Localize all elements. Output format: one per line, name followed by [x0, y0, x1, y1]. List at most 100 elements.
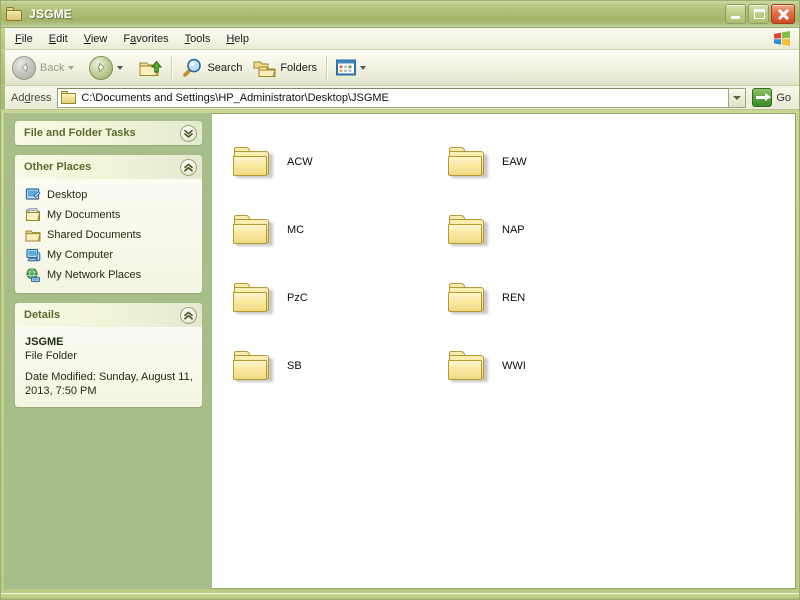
panel-header-details[interactable]: Details	[15, 303, 202, 327]
sidebar-item-my-computer[interactable]: My Computer	[25, 245, 198, 264]
views-dropdown-icon[interactable]	[360, 65, 367, 70]
details-name: JSGME	[25, 336, 64, 348]
list-item[interactable]: WWI	[433, 332, 648, 400]
chevron-double-up-icon[interactable]	[180, 158, 197, 176]
sidebar-item-label: Shared Documents	[47, 228, 142, 241]
back-dropdown-icon[interactable]	[68, 65, 75, 70]
folder-icon	[232, 280, 274, 316]
folder-icon	[232, 212, 274, 248]
window-body: File and Folder Tasks Other Places Deskt…	[1, 110, 799, 593]
address-dropdown-button[interactable]	[729, 87, 747, 108]
network-places-icon	[26, 267, 40, 282]
folder-icon	[6, 7, 23, 21]
list-item[interactable]: SB	[218, 332, 433, 400]
maximize-button[interactable]	[748, 4, 769, 24]
menu-item-favorites[interactable]: Favorites	[115, 30, 176, 48]
explorer-window: JSGME File Edit View Favorites Tools Hel…	[0, 0, 800, 600]
search-label: Search	[207, 61, 243, 74]
folder-icon	[447, 280, 489, 316]
views-grid-icon	[336, 59, 357, 75]
folder-label: EAW	[502, 156, 527, 168]
address-input[interactable]: C:\Documents and Settings\HP_Administrat…	[57, 87, 730, 108]
folder-icon	[447, 144, 489, 180]
chevron-double-down-icon[interactable]	[180, 124, 197, 142]
list-item[interactable]: ACW	[218, 128, 433, 196]
go-label: Go	[776, 91, 791, 104]
arrow-left-icon	[12, 55, 36, 80]
windows-flag-icon	[774, 31, 790, 46]
minimize-button[interactable]	[725, 4, 746, 24]
title-bar: JSGME	[1, 1, 799, 28]
window-title: JSGME	[29, 7, 73, 21]
green-arrow-icon	[752, 88, 773, 107]
folder-tree-icon	[253, 61, 277, 77]
my-documents-icon	[26, 207, 41, 221]
folder-label: REN	[502, 292, 526, 304]
details-type: File Folder	[25, 350, 77, 362]
list-item[interactable]: NAP	[433, 196, 648, 264]
folder-label: ACW	[287, 156, 313, 168]
folder-grid: ACW EAW MC NAP PzC REN SB WWI	[218, 128, 795, 400]
details-date-modified: Date Modified: Sunday, August 11, 2013, …	[25, 371, 193, 397]
minimize-icon	[731, 16, 740, 19]
folder-label: WWI	[502, 360, 526, 372]
list-item[interactable]: PzC	[218, 264, 433, 332]
menu-item-tools[interactable]: Tools	[177, 30, 219, 48]
panel-header-other-places[interactable]: Other Places	[15, 155, 202, 179]
window-controls	[725, 4, 795, 24]
magnifier-icon	[183, 58, 202, 77]
address-label: Address	[11, 91, 52, 104]
address-value: C:\Documents and Settings\HP_Administrat…	[81, 91, 389, 104]
panel-header-file-and-folder-tasks[interactable]: File and Folder Tasks	[15, 121, 202, 145]
list-item[interactable]: MC	[218, 196, 433, 264]
panel-title: Details	[24, 309, 61, 321]
panel-title: Other Places	[24, 161, 92, 173]
panel-body-other-places: Desktop My Documents Shared Documents My…	[15, 179, 202, 293]
window-bottom-frame	[1, 593, 799, 599]
toolbar-separator-1	[171, 55, 173, 80]
my-computer-icon	[26, 248, 41, 261]
back-button[interactable]: Back	[7, 53, 84, 83]
sidebar: File and Folder Tasks Other Places Deskt…	[4, 113, 212, 589]
folder-up-icon	[139, 60, 163, 76]
address-bar: Address C:\Documents and Settings\HP_Adm…	[1, 86, 799, 110]
panel-title: File and Folder Tasks	[24, 127, 136, 139]
panel-other-places: Other Places Desktop My Documents Shared…	[15, 155, 202, 293]
list-item[interactable]: REN	[433, 264, 648, 332]
chevron-double-up-icon[interactable]	[180, 306, 197, 324]
toolbar-separator-2	[326, 55, 328, 80]
panel-details: Details JSGME File Folder Date Modified:…	[15, 303, 202, 407]
panel-body-details: JSGME File Folder Date Modified: Sunday,…	[15, 327, 202, 407]
folder-icon	[232, 348, 274, 384]
folder-icon	[61, 91, 77, 104]
menu-item-file[interactable]: File	[7, 30, 41, 48]
menu-item-help[interactable]: Help	[218, 30, 257, 48]
file-list-area[interactable]: ACW EAW MC NAP PzC REN SB WWI	[212, 113, 796, 589]
menu-bar: File Edit View Favorites Tools Help	[1, 28, 799, 50]
go-button[interactable]: Go	[752, 87, 795, 109]
folder-icon	[447, 348, 489, 384]
sidebar-item-my-network-places[interactable]: My Network Places	[25, 265, 198, 284]
list-item[interactable]: EAW	[433, 128, 648, 196]
shared-documents-icon	[25, 230, 41, 241]
forward-dropdown-icon[interactable]	[117, 65, 124, 70]
menu-item-view[interactable]: View	[76, 30, 116, 48]
sidebar-item-shared-documents[interactable]: Shared Documents	[25, 225, 198, 244]
arrow-right-icon	[89, 55, 114, 80]
folders-button[interactable]: Folders	[247, 53, 322, 83]
views-button[interactable]	[331, 53, 376, 83]
sidebar-item-desktop[interactable]: Desktop	[25, 185, 198, 204]
toolbar: Back Search Folders	[1, 50, 799, 86]
maximize-icon	[754, 9, 765, 19]
sidebar-item-label: My Documents	[47, 208, 121, 221]
up-button[interactable]	[133, 53, 167, 83]
menu-item-edit[interactable]: Edit	[41, 30, 76, 48]
folder-label: PzC	[287, 292, 308, 304]
search-button[interactable]: Search	[176, 53, 247, 83]
close-button[interactable]	[771, 4, 795, 24]
folder-icon	[232, 144, 274, 180]
sidebar-item-my-documents[interactable]: My Documents	[25, 205, 198, 224]
forward-button[interactable]	[84, 53, 133, 83]
desktop-icon	[25, 187, 41, 200]
folder-icon	[447, 212, 489, 248]
